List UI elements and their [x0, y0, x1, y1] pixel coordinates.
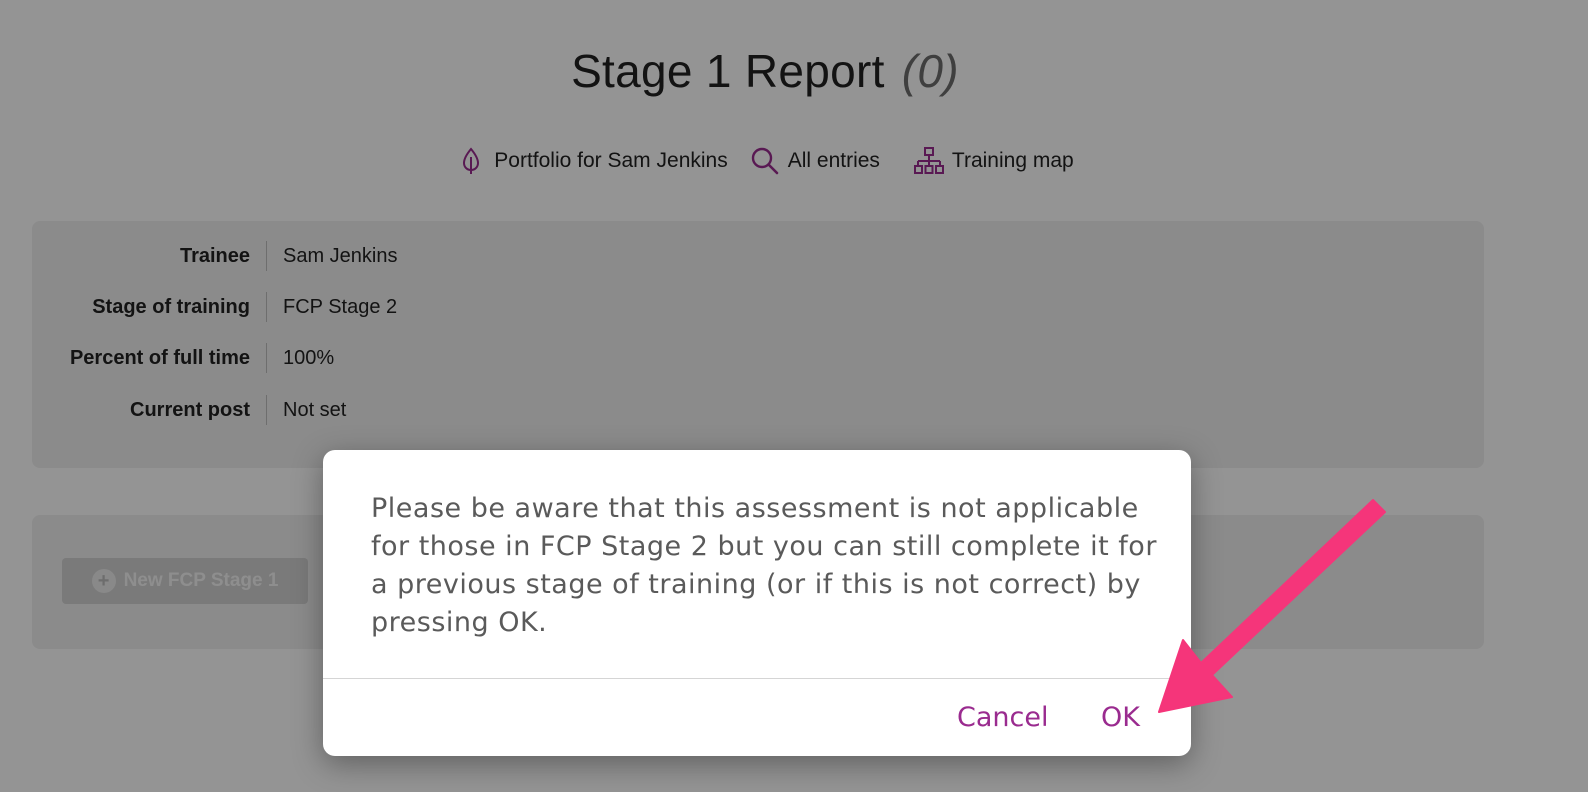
- dialog-separator: [323, 678, 1191, 679]
- ok-button[interactable]: OK: [1101, 702, 1140, 733]
- confirm-dialog: Please be aware that this assessment is …: [323, 450, 1191, 756]
- dialog-message: Please be aware that this assessment is …: [371, 493, 1157, 638]
- cancel-button[interactable]: Cancel: [957, 702, 1048, 733]
